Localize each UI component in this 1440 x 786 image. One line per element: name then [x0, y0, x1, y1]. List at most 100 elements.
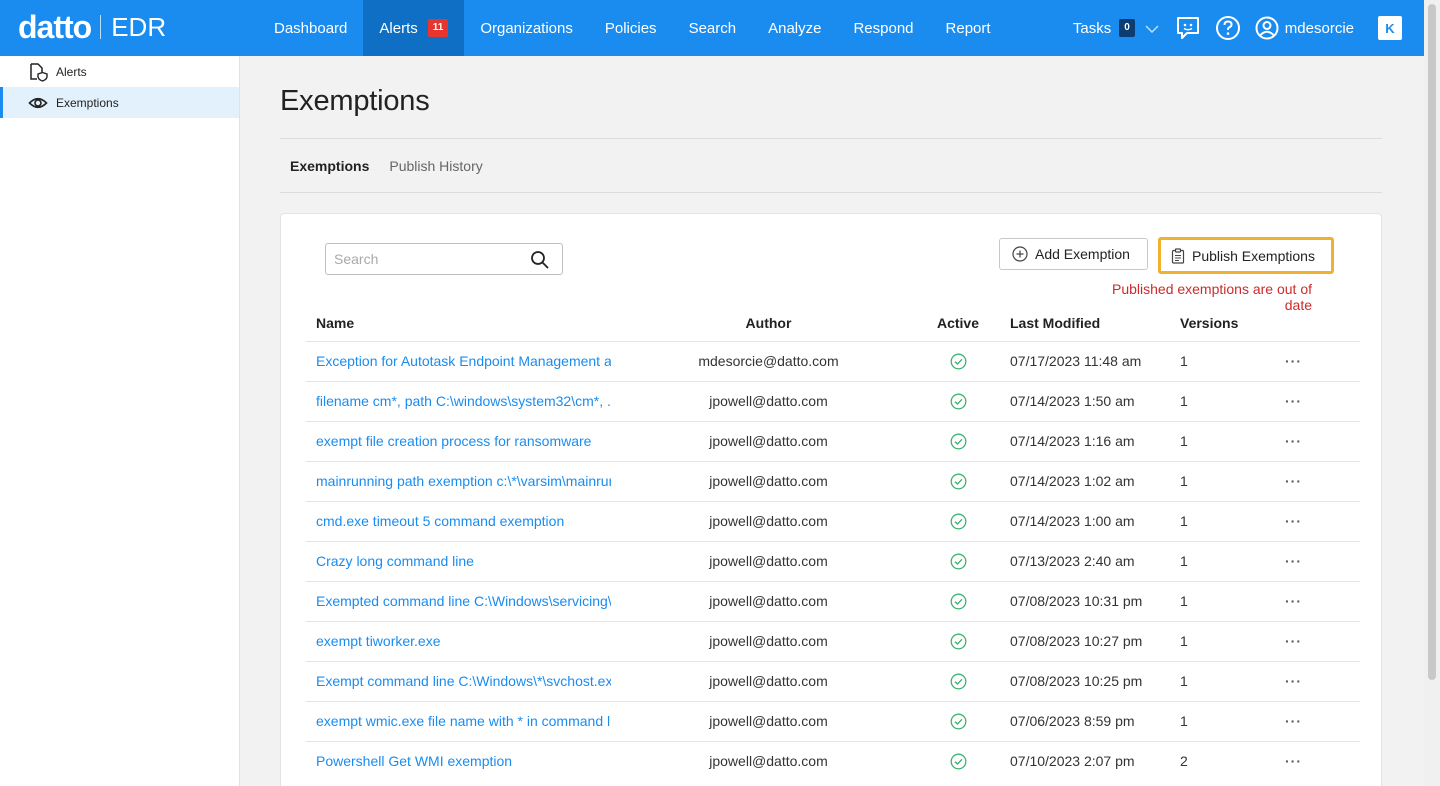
- more-actions-icon[interactable]: ···: [1285, 593, 1302, 609]
- nav-report[interactable]: Report: [930, 0, 1007, 56]
- more-actions-icon[interactable]: ···: [1285, 753, 1302, 769]
- cell-versions: 2: [1180, 740, 1285, 781]
- col-author-header[interactable]: Author: [611, 305, 926, 341]
- table-row[interactable]: exempt tiworker.exe jpowell@datto.com 07/0…: [306, 620, 1360, 661]
- cell-name: filename cm*, path C:\windows\system32\c…: [306, 380, 611, 421]
- exemption-name-link[interactable]: Exempt command line C:\Windows\*\svchost…: [316, 673, 611, 689]
- exemption-name-link[interactable]: Exception for Autotask Endpoint Manageme…: [316, 353, 611, 369]
- tasks-button[interactable]: Tasks 0: [1073, 19, 1135, 37]
- exemption-name-link[interactable]: exempt file creation process for ransomw…: [316, 433, 611, 449]
- tasks-count-badge: 0: [1119, 19, 1135, 37]
- search-icon[interactable]: [530, 250, 550, 275]
- cell-author: jpowell@datto.com: [611, 500, 926, 541]
- more-actions-icon[interactable]: ···: [1285, 353, 1302, 369]
- scrollbar-thumb[interactable]: [1428, 4, 1436, 680]
- more-actions-icon[interactable]: ···: [1285, 433, 1302, 449]
- more-actions-icon[interactable]: ···: [1285, 713, 1302, 729]
- alert-file-icon: [30, 62, 48, 82]
- exemption-name-link[interactable]: exempt wmic.exe file name with * in comm…: [316, 713, 611, 729]
- add-exemption-button[interactable]: Add Exemption: [999, 238, 1148, 270]
- user-menu[interactable]: mdesorcie: [1255, 16, 1354, 40]
- clipboard-icon: [1171, 247, 1185, 264]
- cell-name: exempt tiworker.exe: [306, 620, 611, 661]
- more-actions-icon[interactable]: ···: [1285, 633, 1302, 649]
- more-actions-icon[interactable]: ···: [1285, 673, 1302, 689]
- exemption-name-link[interactable]: mainrunning path exemption c:\*\varsim\m…: [316, 473, 611, 489]
- check-circle-icon: [950, 753, 966, 770]
- table-row[interactable]: Exempt command line C:\Windows\*\svchost…: [306, 660, 1360, 701]
- kaseya-label: K: [1385, 20, 1395, 36]
- cell-author: jpowell@datto.com: [611, 380, 926, 421]
- cell-active: [926, 620, 990, 661]
- table-header-row: Name Author Active Last Modified Version…: [306, 305, 1360, 341]
- cell-actions: ···: [1285, 340, 1360, 381]
- exemption-name-link[interactable]: Powershell Get WMI exemption: [316, 753, 611, 769]
- table-row[interactable]: Powershell Get WMI exemption jpowell@datt…: [306, 740, 1360, 781]
- kaseya-icon[interactable]: K: [1378, 16, 1402, 40]
- table-row[interactable]: filename cm*, path C:\windows\system32\c…: [306, 380, 1360, 421]
- main-nav: Dashboard Alerts 11 Organizations Policies Se…: [258, 0, 1007, 56]
- feedback-icon[interactable]: [1175, 15, 1201, 41]
- col-modified-header[interactable]: Last Modified: [990, 305, 1180, 341]
- table-row[interactable]: mainrunning path exemption c:\*\varsim\m…: [306, 460, 1360, 501]
- col-name-header[interactable]: Name: [306, 305, 611, 341]
- cell-author: jpowell@datto.com: [611, 420, 926, 461]
- table-row[interactable]: Crazy long command line jpowell@datto.com…: [306, 540, 1360, 581]
- more-actions-icon[interactable]: ···: [1285, 473, 1302, 489]
- top-navbar: datto EDR Dashboard Alerts 11 Organizations…: [0, 0, 1424, 56]
- table-row[interactable]: exempt file creation process for ransomw…: [306, 420, 1360, 461]
- table-row[interactable]: Exception for Autotask Endpoint Manageme…: [306, 340, 1360, 381]
- cell-name: Exempted command line C:\Windows\servici…: [306, 580, 611, 621]
- chevron-down-icon[interactable]: [1145, 20, 1159, 37]
- nav-analyze[interactable]: Analyze: [752, 0, 837, 56]
- table-row[interactable]: exempt wmic.exe file name with * in comm…: [306, 700, 1360, 741]
- alerts-count-badge: 11: [427, 19, 449, 37]
- nav-search[interactable]: Search: [673, 0, 753, 56]
- search-box: [325, 243, 563, 275]
- table-row[interactable]: cmd.exe timeout 5 command exemption jpowe…: [306, 500, 1360, 541]
- col-active-header[interactable]: Active: [926, 305, 990, 341]
- publish-exemptions-button[interactable]: Publish Exemptions: [1162, 241, 1330, 270]
- more-actions-icon[interactable]: ···: [1285, 513, 1302, 529]
- tab-exemptions[interactable]: Exemptions: [290, 158, 369, 174]
- cell-last-modified: 07/08/2023 10:31 pm: [990, 580, 1180, 621]
- check-circle-icon: [950, 713, 966, 730]
- check-circle-icon: [950, 673, 966, 690]
- publish-exemptions-label: Publish Exemptions: [1192, 247, 1315, 264]
- nav-dashboard[interactable]: Dashboard: [258, 0, 363, 56]
- cell-author: jpowell@datto.com: [611, 620, 926, 661]
- nav-policies[interactable]: Policies: [589, 0, 673, 56]
- more-actions-icon[interactable]: ···: [1285, 393, 1302, 409]
- col-versions-header[interactable]: Versions: [1180, 305, 1285, 341]
- exemption-name-link[interactable]: Crazy long command line: [316, 553, 611, 569]
- nav-alerts[interactable]: Alerts 11: [363, 0, 465, 56]
- more-actions-icon[interactable]: ···: [1285, 553, 1302, 569]
- nav-label: Policies: [604, 19, 657, 37]
- sidebar-item-alerts[interactable]: Alerts: [0, 56, 239, 87]
- nav-label: Respond: [853, 19, 914, 37]
- sidebar-item-label: Exemptions: [56, 95, 119, 110]
- exemption-name-link[interactable]: cmd.exe timeout 5 command exemption: [316, 513, 611, 529]
- table-row[interactable]: Exempted command line C:\Windows\servici…: [306, 580, 1360, 621]
- search-input[interactable]: [334, 251, 524, 267]
- sidebar-item-exemptions[interactable]: Exemptions: [0, 87, 239, 118]
- nav-organizations[interactable]: Organizations: [464, 0, 589, 56]
- tab-publish-history[interactable]: Publish History: [389, 158, 482, 174]
- exemption-name-link[interactable]: exempt tiworker.exe: [316, 633, 611, 649]
- help-icon[interactable]: [1215, 15, 1241, 41]
- cell-active: [926, 580, 990, 621]
- cell-actions: ···: [1285, 580, 1360, 621]
- exemption-name-link[interactable]: Exempted command line C:\Windows\servici…: [316, 593, 611, 609]
- cell-name: cmd.exe timeout 5 command exemption: [306, 500, 611, 541]
- nav-respond[interactable]: Respond: [837, 0, 929, 56]
- cell-active: [926, 380, 990, 421]
- nav-label: Dashboard: [274, 19, 348, 37]
- cell-active: [926, 340, 990, 381]
- check-circle-icon: [950, 393, 966, 410]
- datto-edr-logo[interactable]: datto EDR: [18, 10, 166, 44]
- exemption-name-link[interactable]: filename cm*, path C:\windows\system32\c…: [316, 393, 611, 409]
- cell-versions: 1: [1180, 540, 1285, 581]
- page-scrollbar[interactable]: [1424, 0, 1440, 786]
- check-circle-icon: [950, 553, 966, 570]
- page-tabs: Exemptions Publish History: [280, 139, 1382, 192]
